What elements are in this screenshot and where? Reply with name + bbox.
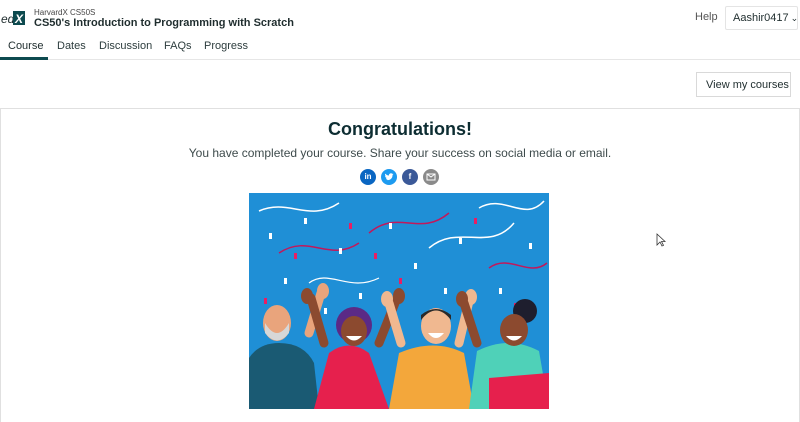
username: Aashir0417 [733, 12, 789, 24]
user-menu-button[interactable]: Aashir0417 ⌄ [725, 6, 798, 30]
tab-course[interactable]: Course [8, 40, 43, 52]
completion-message: You have completed your course. Share yo… [188, 146, 612, 160]
chevron-down-icon: ⌄ [790, 13, 799, 23]
tab-dates[interactable]: Dates [57, 40, 86, 52]
twitter-icon[interactable] [381, 169, 397, 185]
svg-text:X: X [14, 12, 24, 26]
svg-text:ed: ed [1, 12, 15, 26]
active-tab-indicator [0, 57, 48, 60]
tab-progress[interactable]: Progress [204, 40, 248, 52]
help-link[interactable]: Help [695, 11, 718, 23]
view-my-courses-button[interactable]: View my courses [696, 72, 791, 97]
tab-faqs[interactable]: FAQs [164, 40, 192, 52]
edx-logo[interactable]: ed X [1, 10, 25, 26]
course-org: HarvardX CS50S [34, 8, 96, 17]
tab-discussion[interactable]: Discussion [99, 40, 152, 52]
linkedin-icon[interactable]: in [360, 169, 376, 185]
top-header: ed X HarvardX CS50S CS50's Introduction … [0, 0, 800, 36]
facebook-icon[interactable]: f [402, 169, 418, 185]
mouse-cursor-icon [656, 233, 666, 247]
celebration-illustration [249, 193, 549, 409]
course-tabs: Course Dates Discussion FAQs Progress [0, 36, 800, 60]
course-title: CS50's Introduction to Programming with … [34, 17, 294, 29]
email-icon[interactable] [423, 169, 439, 185]
congratulations-heading: Congratulations! [328, 119, 472, 139]
